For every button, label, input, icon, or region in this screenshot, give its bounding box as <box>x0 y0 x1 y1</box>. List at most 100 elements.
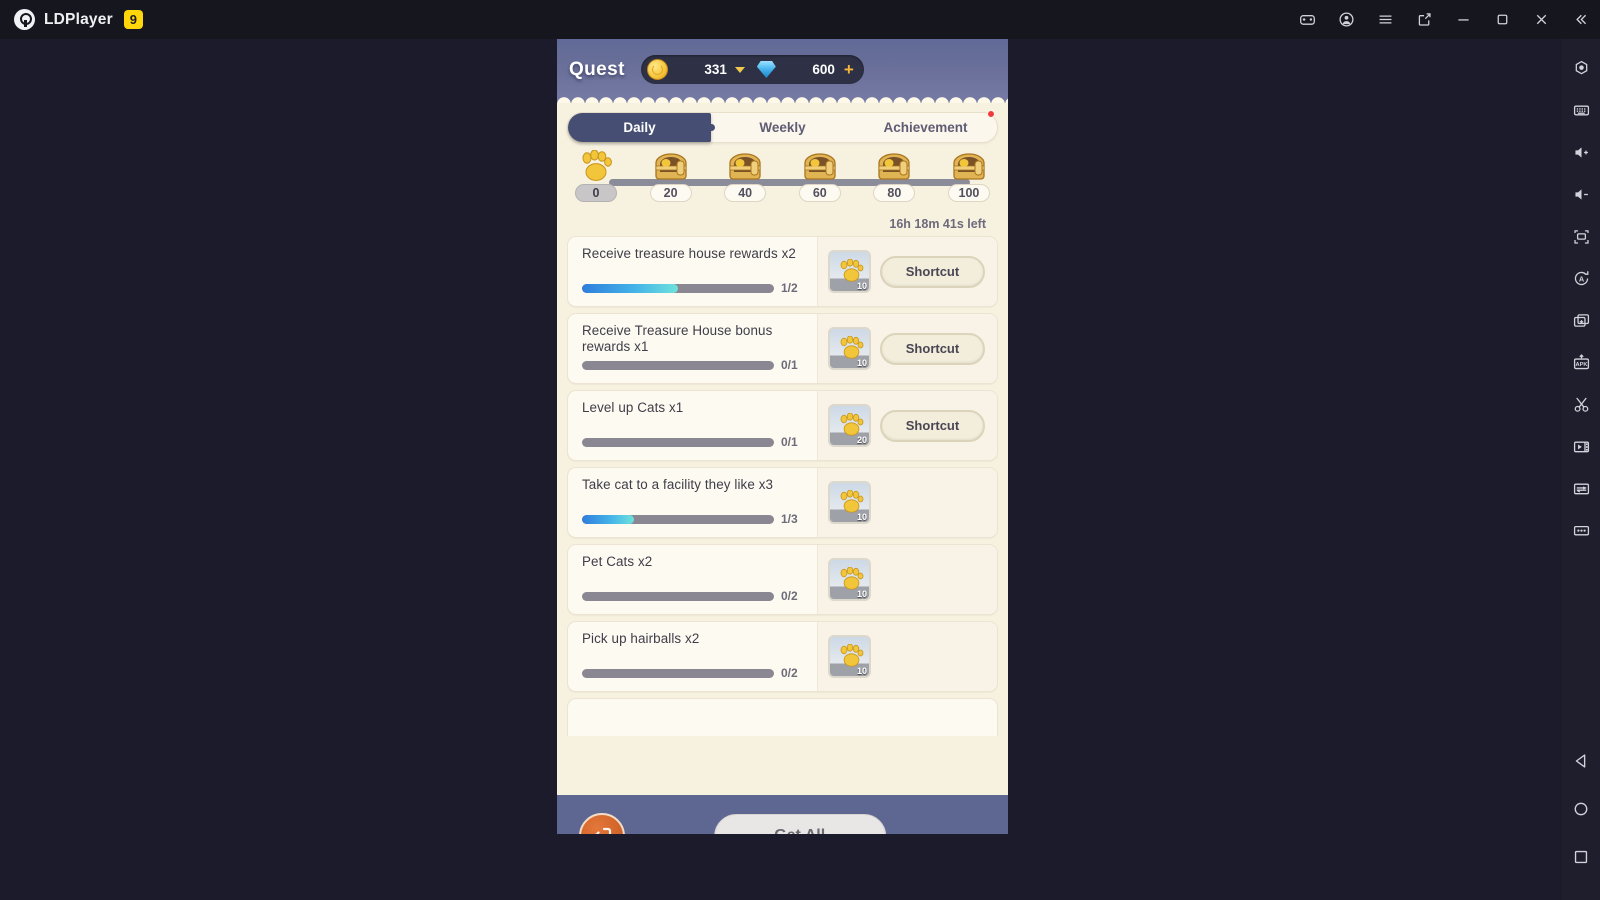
quest-info: Pet Cats x2 0/2 <box>568 545 817 614</box>
reward-count: 10 <box>856 666 867 676</box>
reset-timer: 16h 18m 41s left <box>889 217 986 231</box>
auto-rotate-icon[interactable]: A <box>1562 257 1600 299</box>
quest-progress: 0/1 <box>582 435 807 449</box>
multi-instance-icon[interactable] <box>1562 299 1600 341</box>
ldplayer-window: LDPlayer 9 Quest 331 600 + Daily Weekly … <box>0 0 1600 900</box>
scissors-icon[interactable] <box>1562 383 1600 425</box>
keyboard-icon[interactable] <box>1562 89 1600 131</box>
volume-down-icon[interactable] <box>1562 173 1600 215</box>
add-gems-icon[interactable]: + <box>844 61 854 78</box>
reward-item[interactable]: 10 <box>828 327 871 370</box>
quest-actions: 20 Shortcut <box>817 391 997 460</box>
more-icon[interactable] <box>1562 509 1600 551</box>
tab-weekly[interactable]: Weekly <box>711 113 854 142</box>
progress-bar <box>582 437 774 447</box>
reward-item[interactable]: 20 <box>828 404 871 447</box>
track-node-5[interactable]: 100 <box>947 149 990 202</box>
quest-title: Receive Treasure House bonus rewards x1 <box>582 323 773 355</box>
quest-title: Pet Cats x2 <box>582 554 653 569</box>
shortcut-button[interactable]: Shortcut <box>880 332 985 365</box>
game-body: Daily Weekly Achievement 0 20 40 60 80 1… <box>557 103 1008 795</box>
quest-row[interactable]: Receive Treasure House bonus rewards x1 … <box>567 313 998 384</box>
menu-icon[interactable] <box>1366 0 1405 39</box>
coin-value: 331 <box>704 62 727 77</box>
paw-icon <box>582 150 612 181</box>
track-node-4-label: 80 <box>873 184 916 202</box>
track-node-2[interactable]: 40 <box>724 149 767 202</box>
android-home-icon[interactable] <box>1562 788 1600 830</box>
reward-item[interactable]: 10 <box>828 481 871 524</box>
tab-achievement[interactable]: Achievement <box>854 110 997 142</box>
gamepad-icon[interactable] <box>1288 0 1327 39</box>
quest-list[interactable]: Receive treasure house rewards x2 1/2 10… <box>567 236 998 736</box>
quest-row[interactable]: Receive treasure house rewards x2 1/2 10… <box>567 236 998 307</box>
chest-icon <box>729 153 761 180</box>
exit-icon <box>595 827 612 834</box>
volume-up-icon[interactable] <box>1562 131 1600 173</box>
reward-item[interactable]: 10 <box>828 635 871 678</box>
track-node-1[interactable]: 20 <box>649 149 692 202</box>
progress-fill <box>582 283 678 293</box>
track-node-2-label: 40 <box>724 184 767 202</box>
emulator-screen: Quest 331 600 + Daily Weekly Achievement… <box>557 31 1008 834</box>
share-icon[interactable] <box>1405 0 1444 39</box>
svg-text:A: A <box>1578 274 1584 283</box>
reward-count: 10 <box>856 358 867 368</box>
close-icon[interactable] <box>1522 0 1561 39</box>
quest-actions: 10 Shortcut <box>817 237 997 306</box>
quest-row-partial[interactable] <box>567 698 998 736</box>
android-recents-icon[interactable] <box>1562 836 1600 878</box>
shortcut-button[interactable]: Shortcut <box>880 409 985 442</box>
quest-row[interactable]: Pet Cats x2 0/2 10 <box>567 544 998 615</box>
paw-icon <box>840 644 864 667</box>
collapse-icon[interactable] <box>1561 0 1600 39</box>
quest-actions: 10 <box>817 468 997 537</box>
reward-item[interactable]: 10 <box>828 250 871 293</box>
quest-progress: 0/1 <box>582 358 807 372</box>
get-all-button[interactable]: Get All <box>713 814 886 834</box>
chest-icon <box>878 153 911 180</box>
account-icon[interactable] <box>1327 0 1366 39</box>
coin-icon <box>646 59 668 80</box>
chest-icon <box>804 153 836 180</box>
track-node-4[interactable]: 80 <box>873 149 916 202</box>
chest-icon <box>654 153 687 180</box>
track-node-0[interactable]: 0 <box>575 150 617 202</box>
back-button[interactable] <box>579 813 625 834</box>
reward-count: 10 <box>856 512 867 522</box>
quest-row[interactable]: Pick up hairballs x2 0/2 10 <box>567 621 998 692</box>
tab-achievement-label: Achievement <box>883 120 968 135</box>
track-node-0-label: 0 <box>575 184 617 202</box>
progress-text: 0/1 <box>781 358 798 372</box>
android-back-icon[interactable] <box>1562 740 1600 782</box>
track-node-3[interactable]: 60 <box>798 149 841 202</box>
get-all-label: Get All <box>774 827 825 834</box>
paw-icon <box>840 336 864 359</box>
progress-text: 1/2 <box>781 281 798 295</box>
reward-item[interactable]: 10 <box>828 558 871 601</box>
shortcut-button[interactable]: Shortcut <box>880 255 985 288</box>
settings-icon[interactable] <box>1562 47 1600 89</box>
gem-currency: 600 + <box>756 61 854 78</box>
currency-bar: 331 600 + <box>640 55 864 84</box>
quest-row[interactable]: Level up Cats x1 0/1 20 Shortcut <box>567 390 998 461</box>
paw-icon <box>840 259 864 282</box>
reward-count: 20 <box>856 435 867 445</box>
track-node-3-label: 60 <box>798 184 841 202</box>
file-transfer-icon[interactable] <box>1562 467 1600 509</box>
maximize-icon[interactable] <box>1483 0 1522 39</box>
tab-daily[interactable]: Daily <box>568 113 715 142</box>
titlebar: LDPlayer 9 <box>0 0 1600 39</box>
progress-text: 0/2 <box>781 666 798 680</box>
progress-text: 0/2 <box>781 589 798 603</box>
apk-install-icon[interactable]: APK <box>1562 341 1600 383</box>
fullscreen-icon[interactable] <box>1562 215 1600 257</box>
titlebar-buttons <box>1288 0 1600 39</box>
reward-count: 10 <box>856 589 867 599</box>
reward-track: 0 20 40 60 80 100 <box>575 150 990 212</box>
chevron-down-icon[interactable] <box>734 66 745 73</box>
minimize-icon[interactable] <box>1444 0 1483 39</box>
track-nodes: 0 20 40 60 80 100 <box>575 150 990 202</box>
quest-row[interactable]: Take cat to a facility they like x3 1/3 <box>567 467 998 538</box>
video-record-icon[interactable] <box>1562 425 1600 467</box>
